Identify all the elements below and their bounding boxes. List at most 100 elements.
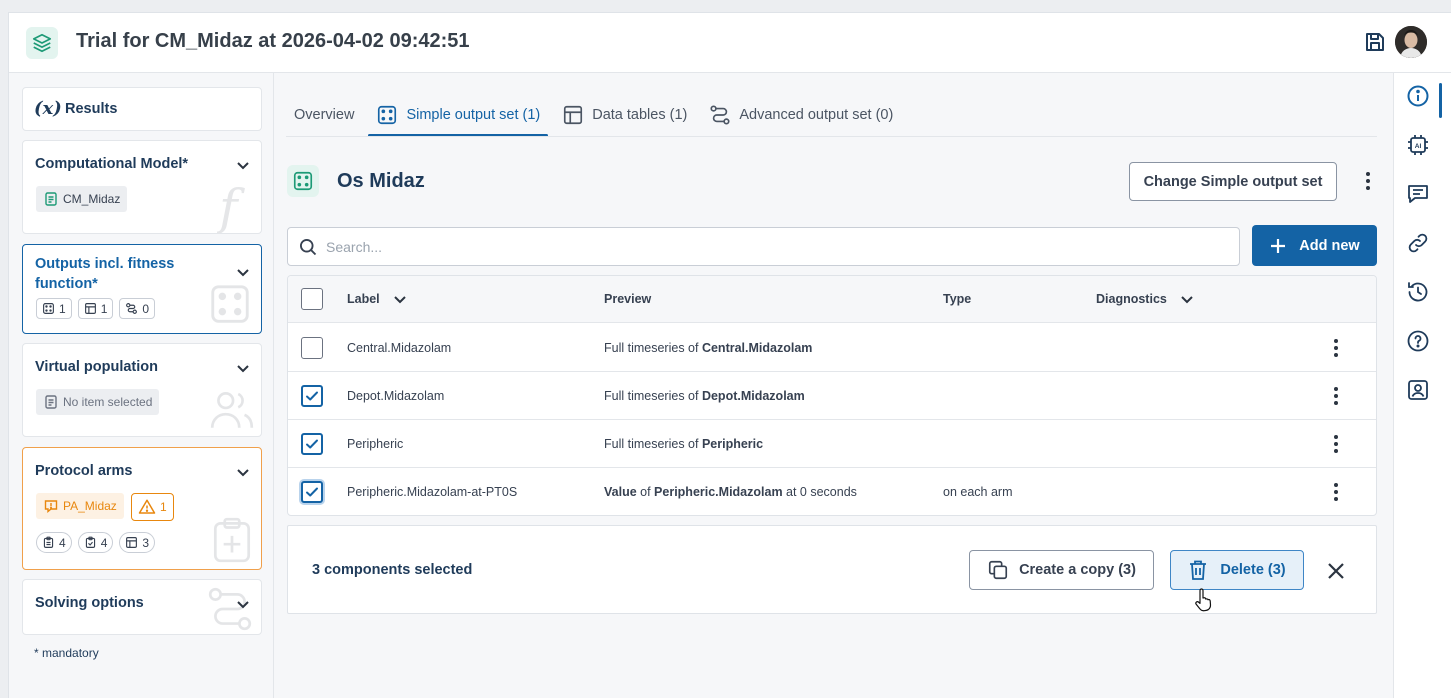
virtual-population-chip[interactable]: No item selected xyxy=(36,389,160,415)
advanced-output-count: 0 xyxy=(119,298,156,319)
trash-icon xyxy=(1190,560,1207,580)
preview-prefix: Full timeseries of xyxy=(604,388,702,403)
link-icon[interactable] xyxy=(1406,231,1430,255)
computational-model-title: Computational Model* xyxy=(35,156,189,172)
header: Trial for CM_Midaz at 2026-04-02 09:42:5… xyxy=(9,13,1451,73)
solving-options-title: Solving options xyxy=(35,595,144,611)
tab-simple-output-set[interactable]: Simple output set (1) xyxy=(368,93,549,137)
table-row[interactable]: Central.Midazolam Full timeseries of Cent… xyxy=(288,324,1376,372)
model-chip[interactable]: CM_Midaz xyxy=(36,186,128,212)
chevron-down-icon[interactable] xyxy=(235,464,251,480)
dice-icon xyxy=(43,303,54,314)
search-icon xyxy=(300,239,317,256)
select-all-checkbox[interactable] xyxy=(301,288,323,310)
tab-divider xyxy=(286,136,1377,137)
document-icon xyxy=(45,395,57,409)
save-icon[interactable] xyxy=(1363,30,1387,54)
route-watermark-icon xyxy=(208,587,252,631)
simple-output-count-value: 1 xyxy=(59,301,66,316)
close-icon[interactable] xyxy=(1325,560,1347,582)
simple-output-count: 1 xyxy=(36,298,72,319)
search-field[interactable] xyxy=(287,227,1240,266)
checked-clipboard-count-value: 4 xyxy=(100,535,108,550)
variable-icon: (x) xyxy=(34,98,62,119)
info-icon[interactable] xyxy=(1406,84,1430,108)
diagnostics-column-header[interactable]: Diagnostics xyxy=(1096,276,1195,322)
virtual-population-card[interactable]: Virtual population No item selected xyxy=(22,343,262,437)
active-indicator xyxy=(1439,83,1442,118)
history-icon[interactable] xyxy=(1406,280,1430,304)
search-input[interactable] xyxy=(326,237,1206,257)
row-more-icon[interactable] xyxy=(1326,338,1346,358)
data-table-count-value: 1 xyxy=(100,301,108,316)
table-row[interactable]: Depot.Midazolam Full timeseries of Depot.… xyxy=(288,372,1376,420)
preview-strong: Value xyxy=(604,485,637,499)
create-copy-button[interactable]: Create a copy (3) xyxy=(969,550,1154,590)
tab-simple-output-set-label: Simple output set (1) xyxy=(406,107,541,123)
row-label: Depot.Midazolam xyxy=(347,388,445,403)
row-checkbox[interactable] xyxy=(301,481,323,503)
table-count-value: 3 xyxy=(142,535,150,550)
row-more-icon[interactable] xyxy=(1326,434,1346,454)
row-checkbox[interactable] xyxy=(301,433,323,455)
alert-comment-icon xyxy=(44,500,58,513)
tab-advanced-output-set[interactable]: Advanced output set (0) xyxy=(701,93,901,137)
row-checkbox[interactable] xyxy=(301,385,323,407)
outputs-card[interactable]: Outputs incl. fitness function* 1 1 0 xyxy=(22,244,262,334)
row-preview: Full timeseries of Central.Midazolam xyxy=(604,324,812,371)
help-icon[interactable] xyxy=(1406,329,1430,353)
add-new-button[interactable]: Add new xyxy=(1252,225,1377,266)
contact-card-icon[interactable] xyxy=(1406,378,1430,402)
table-icon xyxy=(564,105,583,125)
route-icon xyxy=(710,105,730,125)
table-row[interactable]: Peripheric Full timeseries of Peripheric xyxy=(288,420,1376,468)
diagnostics-header-text: Diagnostics xyxy=(1096,292,1167,306)
computational-model-card[interactable]: Computational Model* CM_Midaz ƒ xyxy=(22,140,262,234)
comment-icon[interactable] xyxy=(1406,182,1430,206)
ai-chip-icon[interactable]: AI xyxy=(1406,133,1430,157)
label-column-header[interactable]: Label xyxy=(347,276,408,322)
warning-count: 1 xyxy=(160,500,167,514)
tab-overview[interactable]: Overview xyxy=(286,93,362,137)
protocol-arm-chip[interactable]: PA_Midaz xyxy=(36,493,124,519)
outputs-counts: 1 1 0 xyxy=(36,298,156,319)
change-output-set-button[interactable]: Change Simple output set xyxy=(1129,162,1337,201)
results-card[interactable]: (x) Results xyxy=(22,87,262,131)
tab-data-tables-label: Data tables (1) xyxy=(592,107,688,123)
row-more-icon[interactable] xyxy=(1326,386,1346,406)
model-chip-label: CM_Midaz xyxy=(63,192,121,206)
app-logo-icon[interactable] xyxy=(26,27,58,59)
protocol-count: 4 xyxy=(36,532,72,553)
people-watermark-icon xyxy=(210,392,254,428)
preview-strong: Central.Midazolam xyxy=(701,340,813,355)
document-icon xyxy=(45,192,57,206)
protocol-arms-card[interactable]: Protocol arms PA_Midaz 1 4 4 3 xyxy=(22,447,262,570)
function-watermark-icon: ƒ xyxy=(217,179,245,233)
table-row[interactable]: Peripheric.Midazolam-at-PT0S Value of Per… xyxy=(288,468,1376,515)
delete-button[interactable]: Delete (3) xyxy=(1170,550,1304,590)
change-output-set-label: Change Simple output set xyxy=(1143,173,1323,190)
create-copy-label: Create a copy (3) xyxy=(1019,562,1136,578)
solving-options-card[interactable]: Solving options xyxy=(22,579,262,635)
chevron-down-icon[interactable] xyxy=(235,264,251,280)
preview-suffix: at 0 seconds xyxy=(782,485,857,499)
dice-watermark-icon xyxy=(211,285,249,323)
avatar[interactable] xyxy=(1395,26,1427,58)
warning-icon xyxy=(138,499,156,514)
chevron-down-icon[interactable] xyxy=(235,360,251,376)
more-options-icon[interactable] xyxy=(1358,171,1378,191)
row-more-icon[interactable] xyxy=(1326,482,1346,502)
tab-data-tables[interactable]: Data tables (1) xyxy=(554,93,695,137)
selection-bar: 3 components selected Create a copy (3) … xyxy=(287,525,1377,614)
outputs-title-line2: function* xyxy=(35,276,98,292)
preview-column-header: Preview xyxy=(604,292,652,306)
chevron-down-icon[interactable] xyxy=(235,157,251,173)
row-checkbox[interactable] xyxy=(301,337,323,359)
row-type: on each arm xyxy=(943,485,1013,499)
dice-icon xyxy=(287,165,319,197)
right-rail: AI xyxy=(1393,73,1451,698)
warning-badge[interactable]: 1 xyxy=(131,493,174,521)
preview-strong: Depot.Midazolam xyxy=(701,388,805,403)
svg-text:AI: AI xyxy=(1415,143,1422,150)
tab-advanced-output-set-label: Advanced output set (0) xyxy=(739,107,894,123)
